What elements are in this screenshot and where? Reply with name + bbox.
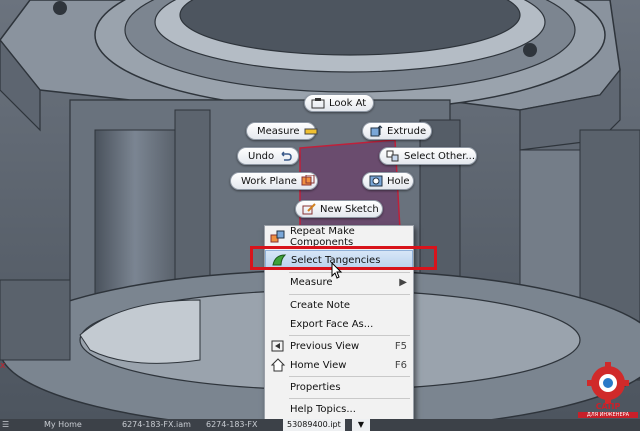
shortcut-label: F5 bbox=[394, 340, 407, 352]
hole-button[interactable]: Hole bbox=[362, 172, 414, 190]
measure-button[interactable]: Measure bbox=[246, 122, 318, 140]
menu-item-create-note[interactable]: Create Note bbox=[265, 295, 413, 315]
work-plane-button[interactable]: Work Plane bbox=[230, 172, 318, 190]
tab-assembly[interactable]: 6274-183-FX.iam bbox=[122, 419, 191, 431]
undo-icon bbox=[278, 150, 292, 162]
menu-item-label: Export Face As... bbox=[290, 318, 374, 330]
hole-icon bbox=[369, 175, 383, 187]
tab-dropdown-icon[interactable]: ▼ bbox=[352, 419, 370, 431]
hole-label: Hole bbox=[387, 175, 410, 187]
menu-item-properties[interactable]: Properties bbox=[265, 377, 413, 397]
new-sketch-label: New Sketch bbox=[320, 203, 379, 215]
select-other-button[interactable]: Select Other... bbox=[379, 147, 477, 165]
tab-part-active[interactable]: 53089400.ipt bbox=[283, 419, 345, 431]
undo-label: Undo bbox=[248, 150, 275, 162]
menu-item-previous-view[interactable]: Previous View F5 bbox=[265, 336, 413, 356]
menu-item-label: Measure bbox=[290, 276, 333, 288]
sapr-logo: САПР ДЛЯ ИНЖЕНЕРА bbox=[578, 362, 638, 420]
new-sketch-icon bbox=[302, 203, 316, 215]
work-plane-label: Work Plane bbox=[241, 175, 297, 187]
home-view-icon bbox=[270, 358, 286, 372]
measure-icon bbox=[304, 125, 318, 137]
logo-subtext: ДЛЯ ИНЖЕНЕРА bbox=[578, 412, 638, 418]
tab-my-home[interactable]: My Home bbox=[44, 419, 82, 431]
tab-menu-icon[interactable]: ☰ bbox=[2, 419, 12, 431]
previous-view-icon bbox=[270, 339, 286, 353]
menu-item-label: Create Note bbox=[290, 299, 351, 311]
look-at-button[interactable]: Look At bbox=[304, 94, 374, 112]
mouse-cursor-icon bbox=[331, 262, 343, 279]
menu-item-repeat-make-components[interactable]: Repeat Make Components bbox=[265, 226, 413, 248]
highlight-box bbox=[250, 246, 437, 270]
submenu-arrow-icon: ▶ bbox=[399, 276, 407, 288]
document-tab-bar: ☰ My Home 6274-183-FX.iam 6274-183-FX 53… bbox=[0, 419, 640, 431]
menu-item-label: Properties bbox=[290, 381, 341, 393]
svg-text:x: x bbox=[0, 361, 6, 371]
menu-item-label: Home View bbox=[290, 359, 347, 371]
select-other-icon bbox=[386, 150, 400, 162]
work-plane-icon bbox=[301, 174, 315, 187]
menu-item-label: Help Topics... bbox=[290, 403, 356, 415]
menu-item-label: Previous View bbox=[290, 340, 360, 352]
gear-logo-icon bbox=[587, 362, 629, 404]
tab-drawing[interactable]: 6274-183-FX bbox=[206, 419, 257, 431]
shortcut-label: F6 bbox=[394, 359, 407, 371]
logo-text: САПР bbox=[595, 402, 621, 411]
select-other-label: Select Other... bbox=[404, 150, 476, 162]
look-at-icon bbox=[311, 97, 325, 109]
menu-item-label: Repeat Make Components bbox=[290, 226, 355, 248]
new-sketch-button[interactable]: New Sketch bbox=[295, 200, 383, 218]
repeat-components-icon bbox=[270, 230, 286, 244]
menu-item-help-topics[interactable]: Help Topics... bbox=[265, 399, 413, 419]
extrude-label: Extrude bbox=[387, 125, 427, 137]
look-at-label: Look At bbox=[329, 97, 367, 109]
undo-button[interactable]: Undo bbox=[237, 147, 299, 165]
menu-item-export-face-as[interactable]: Export Face As... bbox=[265, 314, 413, 334]
extrude-button[interactable]: Extrude bbox=[362, 122, 432, 140]
measure-label: Measure bbox=[257, 125, 300, 137]
menu-item-home-view[interactable]: Home View F6 bbox=[265, 355, 413, 375]
extrude-icon bbox=[369, 125, 383, 137]
